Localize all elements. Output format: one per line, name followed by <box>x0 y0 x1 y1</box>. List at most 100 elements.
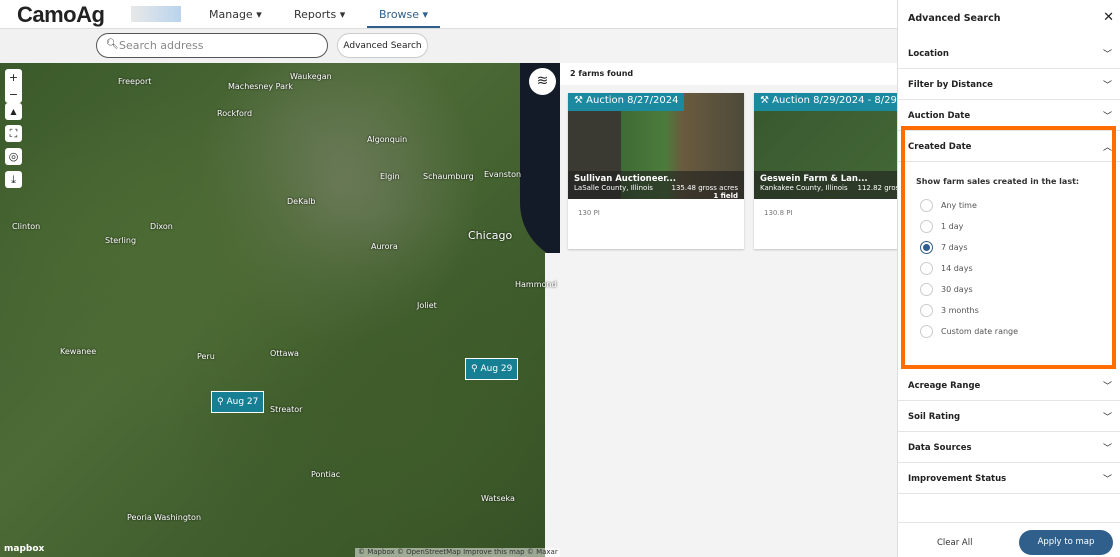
search-input[interactable]: 🔍︎ Search address <box>96 33 328 58</box>
radio-label: 30 days <box>941 285 973 294</box>
radio-button[interactable] <box>920 304 933 317</box>
advanced-search-button[interactable]: Advanced Search <box>337 33 428 58</box>
chevron-down-icon: ﹀ <box>1102 112 1112 122</box>
section-improvement-status[interactable]: Improvement Status ﹀ <box>898 463 1120 494</box>
chevron-down-icon: ﹀ <box>1102 382 1112 392</box>
section-data-sources[interactable]: Data Sources ﹀ <box>898 432 1120 463</box>
auction-badge: ⚒ Auction 8/27/2024 <box>568 93 685 111</box>
map-marker[interactable]: ⚲ Aug 29 <box>465 358 519 380</box>
radio-label: 3 months <box>941 306 979 315</box>
fullscreen-button[interactable]: ⛶ <box>5 125 22 142</box>
results-panel: 2 farms found ⚒ Auction 8/27/2024 Sulliva… <box>560 63 897 557</box>
layers-button[interactable]: ≋ <box>529 68 556 95</box>
radio-option[interactable]: 3 months <box>920 304 979 317</box>
section-soil-rating[interactable]: Soil Rating ﹀ <box>898 401 1120 432</box>
radio-option[interactable]: Any time <box>920 199 977 212</box>
city-label: DeKalb <box>287 197 316 206</box>
radio-option[interactable]: 14 days <box>920 262 973 275</box>
farm-county: LaSalle County, Illinois <box>574 184 653 192</box>
city-label: Peru <box>197 352 215 361</box>
farm-name: Sullivan Auctioneer... <box>574 174 676 184</box>
auction-date: Auction 8/29/2024 - 8/29/2024 <box>772 95 897 106</box>
farm-card[interactable]: ⚒ Auction 8/29/2024 - 8/29/2024 Geswein F… <box>754 93 897 249</box>
compass-button[interactable]: ▲ <box>5 103 22 120</box>
mapbox-logo: mapbox <box>4 544 45 554</box>
marker-label: Aug 29 <box>480 364 513 374</box>
blurred-org-name <box>131 6 181 22</box>
clear-all-button[interactable]: Clear All <box>937 538 972 548</box>
close-icon[interactable]: ✕ <box>1103 10 1114 25</box>
locate-button[interactable]: ◎ <box>5 148 22 165</box>
zoom-in-button[interactable]: + <box>5 69 22 86</box>
city-label: Hammond <box>515 280 557 289</box>
radio-option[interactable]: 30 days <box>920 283 973 296</box>
city-label: Clinton <box>12 222 41 231</box>
city-label: Rockford <box>217 109 253 118</box>
city-label: Waukegan <box>290 72 332 81</box>
chevron-down-icon: ﹀ <box>1102 413 1112 423</box>
search-icon: 🔍︎ <box>106 39 119 50</box>
nav-browse[interactable]: Browse ▾ <box>367 8 441 28</box>
card-info: Geswein Farm & Lan... 112.82 gross acres… <box>754 171 897 199</box>
map-marker[interactable]: ⚲ Aug 27 <box>211 391 265 413</box>
radio-label: Any time <box>941 201 977 210</box>
radio-button[interactable] <box>920 283 933 296</box>
download-button[interactable]: ⤓ <box>5 171 22 188</box>
city-label: Freeport <box>118 77 152 86</box>
city-label: Streator <box>270 405 303 414</box>
farm-card[interactable]: ⚒ Auction 8/27/2024 Sullivan Auctioneer..… <box>568 93 744 249</box>
city-label: Kewanee <box>60 347 97 356</box>
marker-label: Aug 27 <box>226 397 259 407</box>
radio-option[interactable]: Custom date range <box>920 325 1018 338</box>
nav-reports[interactable]: Reports ▾ <box>294 8 345 21</box>
city-label: Algonquin <box>367 135 408 144</box>
farm-name: Geswein Farm & Lan... <box>760 174 868 184</box>
section-acreage-range[interactable]: Acreage Range ﹀ <box>898 370 1120 401</box>
section-label: Soil Rating <box>908 412 961 422</box>
city-label: Schaumburg <box>423 172 474 181</box>
farm-image: ⚒ Auction 8/29/2024 - 8/29/2024 Geswein F… <box>754 93 897 199</box>
city-label: Peoria <box>127 513 152 522</box>
chevron-down-icon: ﹀ <box>1102 444 1112 454</box>
created-date-prompt: Show farm sales created in the last: <box>916 177 1080 186</box>
map-attribution[interactable]: © Mapbox © OpenStreetMap Improve this ma… <box>355 548 560 557</box>
radio-button[interactable] <box>920 199 933 212</box>
card-info: Sullivan Auctioneer... 135.48 gross acre… <box>568 171 744 199</box>
city-label: Washington <box>154 513 202 522</box>
radio-option[interactable]: 7 days <box>920 241 968 254</box>
map-edge <box>545 253 560 557</box>
nav-manage[interactable]: Manage ▾ <box>209 8 262 21</box>
farm-pi: 130.8 PI <box>764 209 793 217</box>
city-label: Machesney Park <box>228 82 293 91</box>
radio-button[interactable] <box>920 241 933 254</box>
farm-county: Kankakee County, Illinois <box>760 184 848 192</box>
chevron-down-icon: ﹀ <box>1102 81 1112 91</box>
section-label: Auction Date <box>908 111 971 121</box>
radio-label: 1 day <box>941 222 964 231</box>
auction-badge: ⚒ Auction 8/29/2024 - 8/29/2024 <box>754 93 897 111</box>
section-filter-by-distance[interactable]: Filter by Distance ﹀ <box>898 69 1120 100</box>
map[interactable] <box>0 63 560 557</box>
city-label: Dixon <box>150 222 173 231</box>
section-location[interactable]: Location ﹀ <box>898 38 1120 69</box>
apply-to-map-button[interactable]: Apply to map <box>1019 530 1113 555</box>
search-placeholder: Search address <box>119 39 204 52</box>
city-label: Sterling <box>105 236 137 245</box>
radio-option[interactable]: 1 day <box>920 220 963 233</box>
radio-button[interactable] <box>920 220 933 233</box>
city-label: Elgin <box>380 172 400 181</box>
panel-title: Advanced Search <box>908 13 1001 24</box>
radio-button[interactable] <box>920 325 933 338</box>
city-label: Chicago <box>468 229 513 242</box>
radio-button[interactable] <box>920 262 933 275</box>
farm-acres: 112.82 gross acres <box>857 184 897 192</box>
chevron-down-icon: ﹀ <box>1102 475 1112 485</box>
farm-fields: 1 field <box>713 192 738 199</box>
section-label: Improvement Status <box>908 474 1007 484</box>
zoom-controls: + − <box>5 69 22 103</box>
logo: CamoAg <box>17 2 105 27</box>
top-bar: CamoAg Manage ▾ Reports ▾ Browse ▾ <box>0 0 897 29</box>
zoom-out-button[interactable]: − <box>5 86 22 103</box>
city-label: Evanston <box>484 170 522 179</box>
section-label: Location <box>908 49 949 59</box>
